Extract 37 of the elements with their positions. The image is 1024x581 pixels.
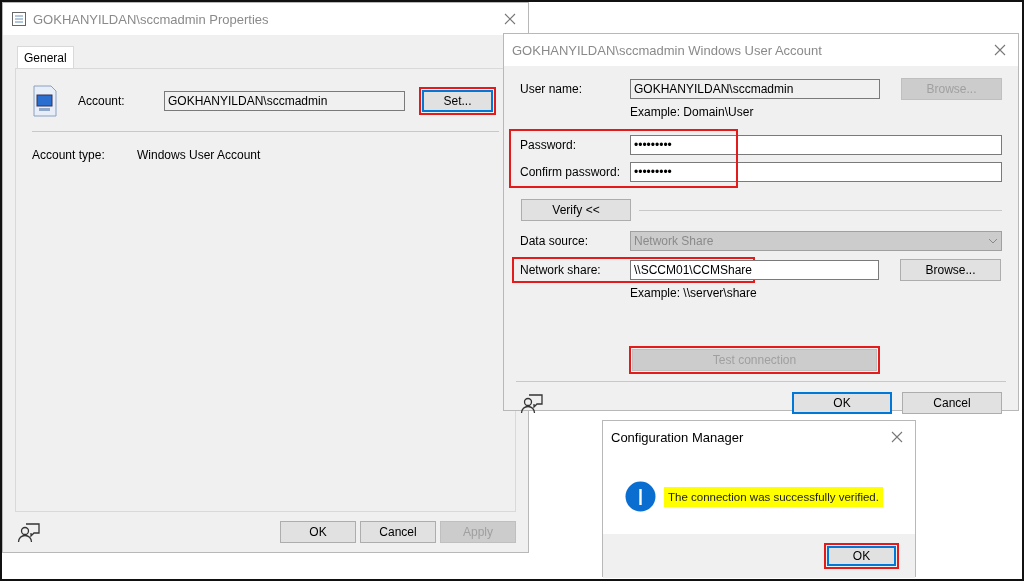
field-label: Account: bbox=[78, 94, 126, 108]
window-title: GOKHANYILDAN\sccmadmin Properties bbox=[33, 11, 270, 27]
info-icon bbox=[625, 481, 656, 512]
example-text: Example: Domain\User bbox=[630, 105, 754, 119]
dialog-button[interactable]: OK bbox=[792, 392, 892, 414]
account-type-value: Windows User Account bbox=[137, 148, 261, 162]
properties-icon bbox=[11, 11, 27, 27]
set-button[interactable]: Set... bbox=[422, 90, 493, 112]
ok-button[interactable]: OK bbox=[827, 546, 896, 566]
browse-button[interactable]: Browse... bbox=[900, 259, 1001, 281]
field-label: Network share: bbox=[520, 263, 602, 277]
example-text: Example: \\server\share bbox=[630, 286, 757, 300]
person-icon[interactable] bbox=[17, 521, 41, 543]
dialog-button[interactable]: OK bbox=[280, 521, 356, 543]
dialog-button[interactable]: Cancel bbox=[360, 521, 436, 543]
dialog-button[interactable]: Cancel bbox=[902, 392, 1002, 414]
window-title: Configuration Manager bbox=[611, 429, 745, 445]
tab[interactable]: General bbox=[17, 46, 74, 68]
person-icon[interactable] bbox=[520, 392, 544, 414]
field-label: User name: bbox=[520, 82, 584, 96]
message-text: The connection was successfully verified. bbox=[664, 486, 883, 507]
close-icon[interactable] bbox=[994, 44, 1006, 56]
close-icon[interactable] bbox=[504, 13, 516, 25]
computer-icon bbox=[32, 85, 58, 117]
password-field[interactable]: ••••••••• bbox=[630, 162, 1002, 182]
chevron-icon bbox=[988, 238, 998, 244]
verify-button[interactable]: Verify << bbox=[521, 199, 631, 221]
user-name-field[interactable]: GOKHANYILDAN\sccmadmin bbox=[630, 79, 880, 99]
window-title: GOKHANYILDAN\sccmadmin Windows User Account bbox=[512, 42, 823, 58]
field-label: Account type: bbox=[32, 148, 106, 162]
field-label: Password: bbox=[520, 138, 578, 152]
account-field[interactable]: GOKHANYILDAN\sccmadmin bbox=[164, 91, 405, 111]
field-label: Confirm password: bbox=[520, 165, 622, 179]
network-share-field[interactable]: \\SCCM01\CCMShare bbox=[630, 260, 879, 280]
password-field[interactable]: ••••••••• bbox=[630, 135, 1002, 155]
field-label: Data source: bbox=[520, 234, 590, 248]
close-icon[interactable] bbox=[891, 431, 903, 443]
